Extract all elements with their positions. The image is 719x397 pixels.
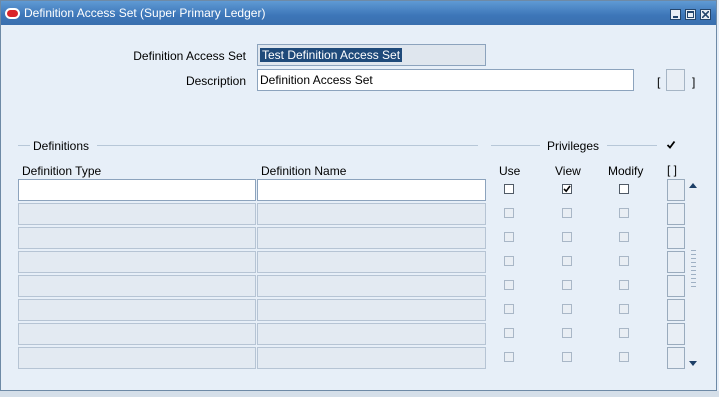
row-dff-button[interactable]	[667, 203, 685, 225]
definition-type-field[interactable]	[18, 179, 256, 201]
definitions-section-title: Definitions	[33, 139, 90, 153]
definition-name-field[interactable]	[257, 251, 486, 273]
col-dff: [ ]	[667, 163, 678, 177]
use-checkbox[interactable]	[504, 304, 514, 314]
definition-type-field[interactable]	[18, 347, 256, 369]
modify-checkbox[interactable]	[619, 232, 629, 242]
view-checkbox[interactable]	[562, 184, 572, 194]
modify-checkbox[interactable]	[619, 304, 629, 314]
definition-type-field[interactable]	[18, 275, 256, 297]
view-checkbox[interactable]	[562, 208, 572, 218]
view-checkbox[interactable]	[562, 352, 572, 362]
close-icon[interactable]	[700, 9, 711, 20]
view-checkbox[interactable]	[562, 328, 572, 338]
access-set-label: Definition Access Set	[133, 49, 246, 63]
privileges-title: Privileges	[547, 139, 600, 153]
col-definition-name: Definition Name	[261, 164, 347, 178]
oracle-icon	[5, 8, 20, 19]
col-use: Use	[499, 164, 521, 178]
access-set-value: Test Definition Access Set	[260, 48, 403, 62]
dff-bracket-close: ]	[692, 75, 696, 89]
row-dff-button[interactable]	[667, 347, 685, 369]
access-set-field[interactable]: Test Definition Access Set	[257, 44, 486, 66]
status-strip	[0, 391, 719, 397]
use-checkbox[interactable]	[504, 280, 514, 290]
definition-type-field[interactable]	[18, 227, 256, 249]
scroll-up-icon[interactable]	[689, 183, 697, 188]
modify-checkbox[interactable]	[619, 184, 629, 194]
use-checkbox[interactable]	[504, 184, 514, 194]
minimize-icon[interactable]	[670, 9, 681, 20]
row-dff-button[interactable]	[667, 227, 685, 249]
check-icon	[563, 185, 571, 193]
row-dff-button[interactable]	[667, 179, 685, 201]
maximize-icon[interactable]	[685, 9, 696, 20]
definition-name-field[interactable]	[257, 179, 486, 201]
row-dff-button[interactable]	[667, 275, 685, 297]
col-view: View	[555, 164, 581, 178]
view-checkbox[interactable]	[562, 280, 572, 290]
divider	[607, 145, 657, 146]
definition-name-field[interactable]	[257, 347, 486, 369]
definition-name-field[interactable]	[257, 275, 486, 297]
modify-checkbox[interactable]	[619, 352, 629, 362]
check-icon	[666, 140, 676, 149]
col-modify: Modify	[608, 164, 644, 178]
view-checkbox[interactable]	[562, 256, 572, 266]
divider	[97, 145, 478, 146]
definition-name-field[interactable]	[257, 323, 486, 345]
scroll-down-icon[interactable]	[689, 361, 697, 366]
title-bar[interactable]: Definition Access Set (Super Primary Led…	[1, 1, 716, 25]
use-checkbox[interactable]	[504, 256, 514, 266]
divider	[491, 145, 540, 146]
definition-type-field[interactable]	[18, 251, 256, 273]
use-checkbox[interactable]	[504, 232, 514, 242]
modify-checkbox[interactable]	[619, 208, 629, 218]
col-definition-type: Definition Type	[22, 164, 102, 178]
description-label: Description	[185, 74, 246, 88]
scroll-thumb[interactable]	[691, 250, 696, 290]
dff-bracket-open: [	[657, 75, 661, 89]
use-checkbox[interactable]	[504, 352, 514, 362]
descriptive-flexfield[interactable]	[666, 69, 685, 91]
modify-checkbox[interactable]	[619, 256, 629, 266]
privileges-header-checkbox[interactable]	[666, 139, 676, 149]
row-dff-button[interactable]	[667, 251, 685, 273]
modify-checkbox[interactable]	[619, 280, 629, 290]
definition-name-field[interactable]	[257, 299, 486, 321]
modify-checkbox[interactable]	[619, 328, 629, 338]
vertical-scrollbar[interactable]	[687, 180, 700, 370]
definition-name-field[interactable]	[257, 203, 486, 225]
view-checkbox[interactable]	[562, 232, 572, 242]
definition-type-field[interactable]	[18, 323, 256, 345]
description-value: Definition Access Set	[260, 73, 373, 87]
description-field[interactable]: Definition Access Set	[257, 69, 634, 91]
use-checkbox[interactable]	[504, 208, 514, 218]
definition-type-field[interactable]	[18, 299, 256, 321]
use-checkbox[interactable]	[504, 328, 514, 338]
divider	[18, 145, 30, 146]
window-title: Definition Access Set (Super Primary Led…	[24, 6, 266, 20]
definition-type-field[interactable]	[18, 203, 256, 225]
definition-name-field[interactable]	[257, 227, 486, 249]
row-dff-button[interactable]	[667, 299, 685, 321]
view-checkbox[interactable]	[562, 304, 572, 314]
row-dff-button[interactable]	[667, 323, 685, 345]
